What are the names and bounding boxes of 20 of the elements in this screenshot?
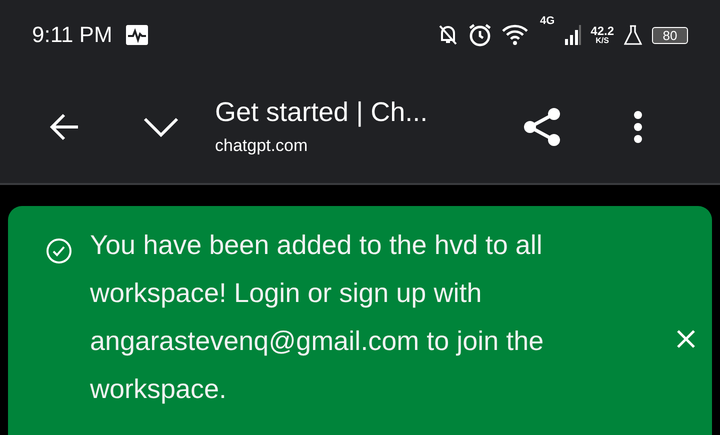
close-icon <box>677 330 695 348</box>
battery-level: 80 <box>652 26 688 44</box>
chevron-down-icon <box>143 116 179 136</box>
signal-icon <box>564 25 581 45</box>
page-title: Get started | Ch... <box>215 97 429 128</box>
wifi-icon <box>502 24 530 46</box>
back-arrow-icon <box>50 112 80 140</box>
activity-icon <box>126 25 148 45</box>
share-icon <box>523 106 561 146</box>
bell-off-icon <box>438 24 458 46</box>
network-speed: 42.2 <box>590 25 614 37</box>
flask-icon <box>624 25 642 45</box>
speed-unit: K/S <box>596 37 609 45</box>
more-icon <box>633 110 643 142</box>
alarm-icon <box>468 23 492 47</box>
check-circle-icon <box>46 238 72 264</box>
network-type: 4G <box>540 15 555 27</box>
status-time: 9:11 PM <box>32 22 112 48</box>
banner-message: You have been added to the hvd to all workspace! Login or sign up with angarastevenq@gmail.com to join the workspace. <box>90 229 545 406</box>
page-url: chatgpt.com <box>215 136 309 156</box>
